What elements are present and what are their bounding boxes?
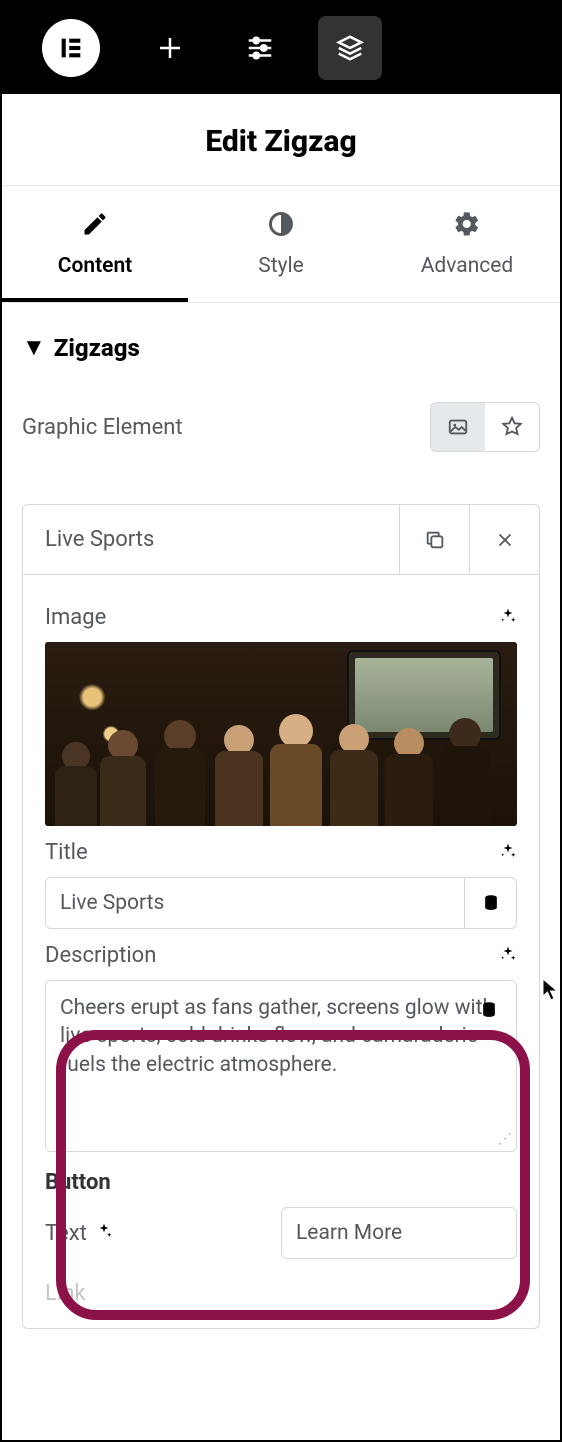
description-label: Description — [45, 943, 156, 968]
section-header[interactable]: ▼ Zigzags — [22, 333, 540, 362]
cursor — [542, 978, 560, 1006]
description-input-wrap: ⋰ — [45, 980, 517, 1152]
dynamic-tags-button[interactable] — [464, 878, 516, 928]
button-text-row: Text — [45, 1207, 517, 1259]
ai-icon[interactable] — [499, 607, 517, 629]
add-widget-button[interactable] — [138, 16, 202, 80]
chevron-down-icon: ▼ — [22, 333, 46, 362]
graphic-element-toggle — [430, 402, 540, 452]
button-text-label: Text — [45, 1221, 87, 1246]
contrast-icon — [188, 210, 374, 242]
button-text-input-wrap — [281, 1207, 517, 1259]
graphic-icon-option[interactable] — [485, 403, 539, 451]
description-input[interactable] — [46, 981, 516, 1151]
image-label: Image — [45, 605, 106, 630]
link-label: Link — [45, 1281, 86, 1306]
ai-icon[interactable] — [499, 842, 517, 864]
dynamic-tags-button[interactable] — [463, 982, 515, 1038]
section-zigzags: ▼ Zigzags Graphic Element — [2, 303, 560, 486]
item-body: Image Title — [23, 575, 539, 1328]
section-title: Zigzags — [54, 334, 140, 362]
tab-label: Content — [2, 254, 188, 278]
tab-style[interactable]: Style — [188, 186, 374, 302]
button-label: Button — [45, 1170, 111, 1195]
pencil-icon — [2, 210, 188, 242]
title-input[interactable] — [46, 878, 464, 928]
tab-advanced[interactable]: Advanced — [374, 186, 560, 302]
ai-icon[interactable] — [499, 945, 517, 967]
title-label: Title — [45, 840, 88, 865]
tabs: Content Style Advanced — [2, 186, 560, 303]
zigzag-item: Live Sports Image Tit — [22, 504, 540, 1329]
panel-title: Edit Zigzag — [2, 94, 560, 186]
graphic-image-option[interactable] — [431, 403, 485, 451]
image-preview[interactable] — [45, 642, 517, 826]
tab-label: Advanced — [374, 254, 560, 278]
item-header: Live Sports — [23, 505, 539, 575]
remove-button[interactable] — [469, 505, 539, 574]
gear-icon — [374, 210, 560, 242]
tab-label: Style — [188, 254, 374, 278]
title-input-wrap — [45, 877, 517, 929]
settings-button[interactable] — [228, 16, 292, 80]
tab-content[interactable]: Content — [2, 186, 188, 302]
duplicate-button[interactable] — [399, 505, 469, 574]
elementor-logo[interactable] — [42, 19, 100, 77]
top-bar — [2, 2, 560, 94]
graphic-element-label: Graphic Element — [22, 415, 183, 440]
ai-icon[interactable] — [95, 1221, 113, 1246]
item-header-title[interactable]: Live Sports — [23, 505, 399, 574]
graphic-element-row: Graphic Element — [22, 402, 540, 452]
button-text-input[interactable] — [282, 1208, 517, 1258]
structure-button[interactable] — [318, 16, 382, 80]
